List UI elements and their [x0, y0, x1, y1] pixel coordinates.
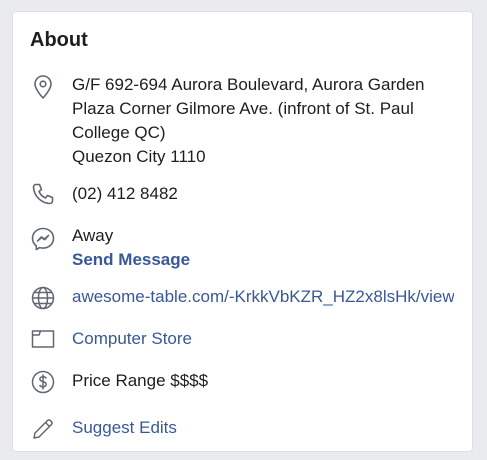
about-title: About	[30, 29, 88, 51]
messenger-icon	[30, 226, 56, 252]
phone-number: (02) 412 8482	[72, 184, 178, 203]
pencil-icon	[30, 416, 56, 442]
suggest-edits-text: Suggest Edits	[72, 416, 454, 440]
send-message-button[interactable]: Send Message	[72, 248, 454, 272]
address-text: G/F 692-694 Aurora Boulevard, Aurora Gar…	[72, 73, 454, 169]
dollar-icon	[30, 369, 56, 395]
address-line-3: College QC)	[72, 123, 166, 142]
messenger-status: Away	[72, 226, 114, 245]
folder-icon	[30, 326, 56, 352]
price-range-text: Price Range $$$$	[72, 371, 209, 390]
phone-icon	[30, 181, 56, 207]
address-line-4: Quezon City 1110	[72, 147, 206, 166]
website-text: awesome-table.com/-KrkkVbKZR_HZ2x8lsHk/v…	[72, 285, 454, 309]
messenger-text: Away Send Message	[72, 224, 454, 272]
website-link[interactable]: awesome-table.com/-KrkkVbKZR_HZ2x8lsHk/v…	[72, 287, 454, 306]
location-pin-icon	[30, 74, 56, 100]
category-text: Computer Store	[72, 327, 454, 351]
category-link[interactable]: Computer Store	[72, 329, 192, 348]
about-card: About G/F 692-694 Aurora Boulevard, Auro…	[12, 11, 473, 452]
globe-icon	[30, 285, 56, 311]
address-line-1: G/F 692-694 Aurora Boulevard, Aurora Gar…	[72, 75, 425, 94]
address-line-2: Plaza Corner Gilmore Ave. (infront of St…	[72, 99, 414, 118]
suggest-edits-link[interactable]: Suggest Edits	[72, 418, 177, 437]
